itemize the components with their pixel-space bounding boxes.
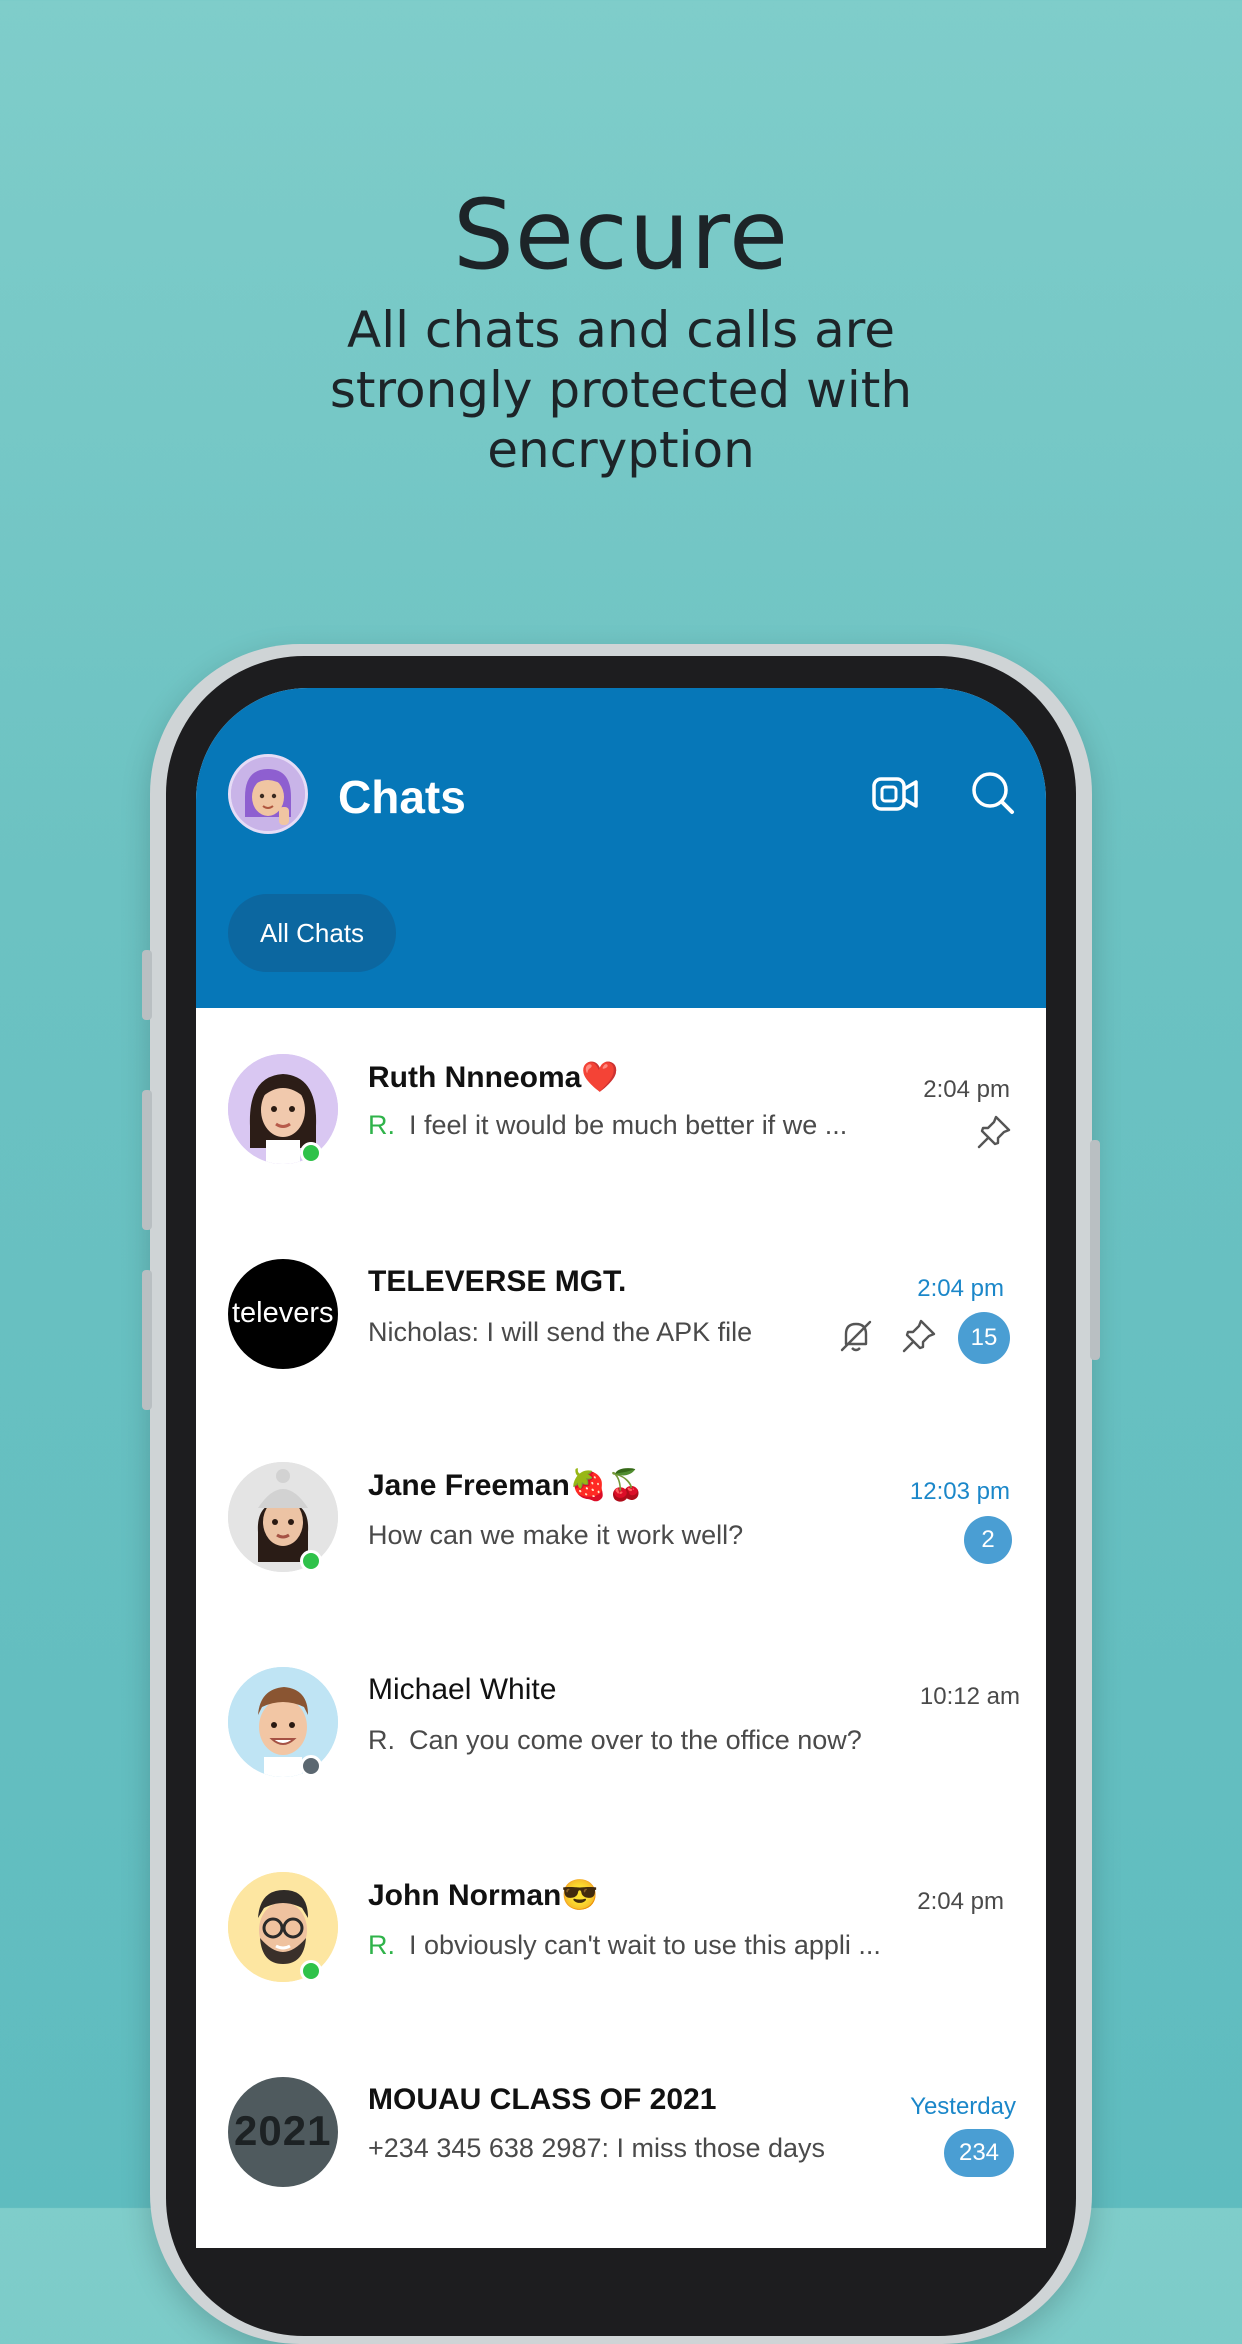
chat-name: TELEVERSE MGT. <box>368 1265 627 1298</box>
memoji-icon <box>231 757 305 831</box>
avatar <box>228 1462 338 1572</box>
preview-text: Nicholas: I will send the APK file <box>368 1317 753 1347</box>
chat-time: 2:04 pm <box>923 1076 1010 1103</box>
chat-name: John Norman😎 <box>368 1879 599 1912</box>
chat-time: Yesterday <box>910 2093 1016 2120</box>
video-call-icon <box>872 777 918 811</box>
memoji-man-glasses-icon <box>228 1872 338 1982</box>
chat-row[interactable]: Jane Freeman🍓🍒 How can we make it work w… <box>196 1418 1046 1623</box>
online-indicator <box>300 1142 322 1164</box>
unread-badge: 15 <box>958 1312 1010 1364</box>
sender-tag: R. <box>368 1930 395 1960</box>
chat-row[interactable]: 2021 MOUAU CLASS OF 2021 +234 345 638 29… <box>196 2033 1046 2238</box>
memoji-woman-beanie-icon <box>228 1462 338 1572</box>
preview-text: +234 345 638 2987: I miss those days <box>368 2133 826 2163</box>
chat-row[interactable]: Ruth Nnneoma❤️ R. I feel it would be much… <box>196 1008 1046 1213</box>
chat-name: MOUAU CLASS OF 2021 <box>368 2083 717 2116</box>
volume-button <box>142 1090 152 1230</box>
profile-avatar[interactable] <box>228 754 308 834</box>
app-header: Chats All Chats <box>196 688 1046 1008</box>
chat-row[interactable]: John Norman😎 R. I obviously can't wait to… <box>196 1828 1046 2033</box>
chat-name: Ruth Nnneoma❤️ <box>368 1061 619 1094</box>
header-title: Chats <box>338 771 466 823</box>
chat-time: 2:04 pm <box>917 1275 1004 1302</box>
pin-icon <box>902 1319 936 1353</box>
chat-preview: R. I obviously can't wait to use this app… <box>368 1930 881 1961</box>
chat-name: Jane Freeman🍓🍒 <box>368 1469 645 1502</box>
unread-badge: 234 <box>944 2129 1014 2177</box>
avatar: televers <box>228 1259 338 1369</box>
preview-text: I obviously can't wait to use this appli… <box>409 1930 881 1960</box>
preview-text: I feel it would be much better if we ... <box>409 1110 848 1140</box>
avatar <box>228 1667 338 1777</box>
avatar: 2021 <box>228 2077 338 2187</box>
memoji-woman-icon <box>228 1054 338 1164</box>
unread-badge: 2 <box>964 1516 1012 1564</box>
hero-title: Secure <box>452 179 790 291</box>
chat-preview: R. Can you come over to the office now? <box>368 1725 862 1756</box>
power-button <box>1090 1140 1100 1360</box>
chat-row[interactable]: Michael White R. Can you come over to the… <box>196 1623 1046 1828</box>
online-indicator <box>300 1960 322 1982</box>
chat-time: 2:04 pm <box>917 1888 1004 1915</box>
pin-icon <box>977 1115 1011 1149</box>
volume-button <box>142 1270 152 1410</box>
chat-preview: Nicholas: I will send the APK file <box>368 1317 752 1348</box>
chat-time: 12:03 pm <box>909 1478 1010 1505</box>
avatar <box>228 1054 338 1164</box>
online-indicator <box>300 1550 322 1572</box>
search-icon <box>972 772 1014 814</box>
video-call-button[interactable] <box>866 763 926 823</box>
search-button[interactable] <box>964 763 1024 823</box>
avatar-text: 2021 <box>234 2107 332 2154</box>
sender-tag: R. <box>368 1110 395 1140</box>
phone-screen: Chats All Chats Ruth Nnneoma❤️ R. I feel… <box>196 688 1046 2248</box>
tab-all-chats[interactable]: All Chats <box>228 894 397 972</box>
avatar <box>228 1872 338 1982</box>
hero-subtitle: All chats and calls are strongly protect… <box>329 301 913 479</box>
memoji-man-icon <box>228 1667 338 1777</box>
mute-icon <box>840 1320 872 1352</box>
chat-preview: How can we make it work well? <box>368 1520 743 1551</box>
offline-indicator <box>300 1755 322 1777</box>
preview-text: Can you come over to the office now? <box>409 1725 862 1755</box>
chat-preview: +234 345 638 2987: I miss those days <box>368 2133 825 2164</box>
chat-preview: R. I feel it would be much better if we .… <box>368 1110 847 1141</box>
preview-text: How can we make it work well? <box>368 1520 744 1550</box>
volume-button <box>142 950 152 1020</box>
sender-tag: R. <box>368 1725 395 1755</box>
chat-name: Michael White <box>368 1673 557 1706</box>
chat-time: 10:12 am <box>919 1683 1020 1710</box>
avatar-text: televers <box>232 1297 334 1329</box>
chat-row[interactable]: televers TELEVERSE MGT. Nicholas: I will… <box>196 1213 1046 1418</box>
